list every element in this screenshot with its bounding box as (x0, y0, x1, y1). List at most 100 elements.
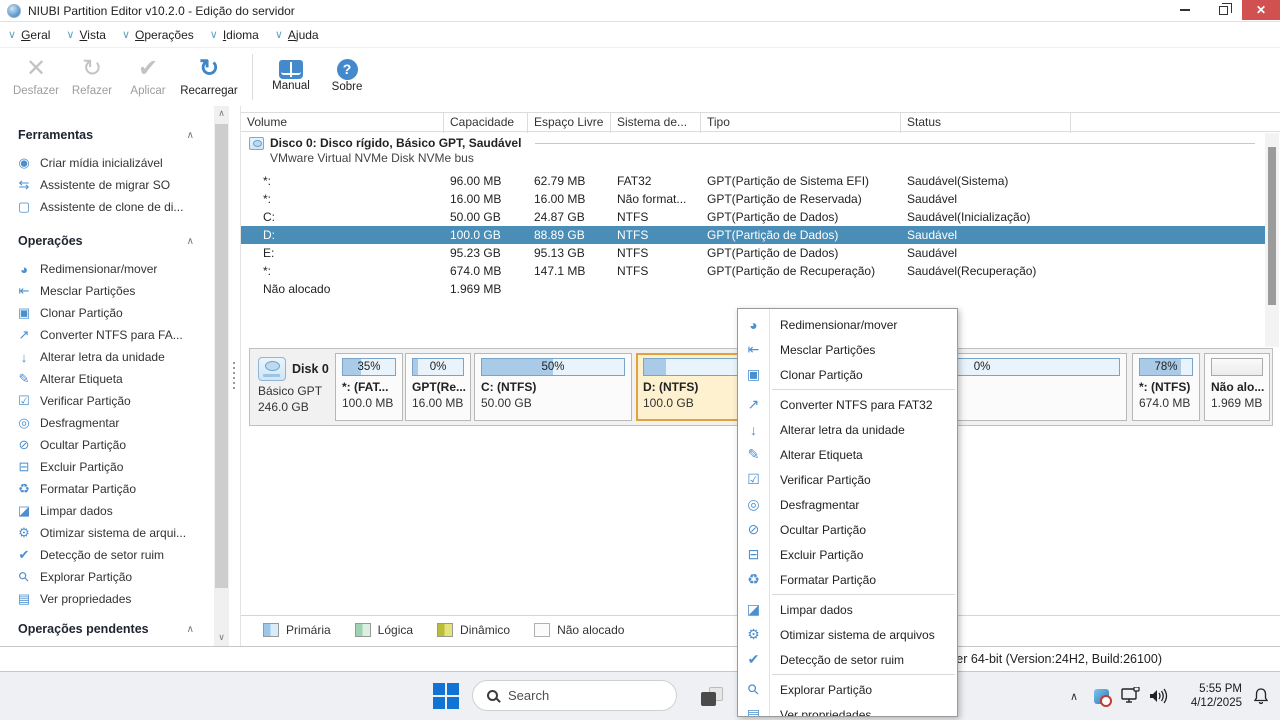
task-view-icon[interactable] (701, 687, 723, 706)
table-row[interactable]: *: 96.00 MB 62.79 MB FAT32 GPT(Partição de S… (241, 172, 1265, 190)
sidebar-item-check[interactable]: ☑ Verificar Partição (0, 390, 214, 412)
menu-item-optimize[interactable]: ⚙ Otimizar sistema de arquivos (738, 622, 957, 647)
menu-geral[interactable]: ∨ Geral (8, 28, 50, 42)
redo-button[interactable]: ↻ Refazer (64, 48, 120, 106)
sidebar-item-delete[interactable]: ⊟ Excluir Partição (0, 456, 214, 478)
about-button[interactable]: ? Sobre (319, 48, 375, 106)
menu-item-drive-letter[interactable]: ↓ Alterar letra da unidade (738, 417, 957, 442)
label-icon: ✎ (747, 446, 760, 462)
hard-disk-icon (258, 357, 286, 381)
manual-button[interactable]: Manual (263, 48, 319, 106)
minimize-button[interactable] (1166, 0, 1204, 20)
menu-item-label[interactable]: ✎ Alterar Etiqueta (738, 442, 957, 467)
table-row[interactable]: C: 50.00 GB 24.87 GB NTFS GPT(Partição de Da… (241, 208, 1265, 226)
sidebar-item-merge[interactable]: ⇤ Mesclar Partições (0, 280, 214, 302)
menu-item-format[interactable]: ♻ Formatar Partição (738, 567, 957, 592)
sidebar-item-wipe[interactable]: ◪ Limpar dados (0, 500, 214, 522)
sidebar-item-optimize[interactable]: ⚙ Otimizar sistema de arqui... (0, 522, 214, 544)
delete-icon: ⊟ (18, 459, 30, 474)
menu-item-wipe[interactable]: ◪ Limpar dados (738, 597, 957, 622)
disk-info-block[interactable]: Disk 0 Básico GPT 246.0 GB (254, 353, 333, 421)
scroll-down-icon[interactable]: ∨ (214, 630, 229, 644)
disk-group-header[interactable]: Disco 0: Disco rígido, Básico GPT, Saudá… (241, 136, 1265, 165)
column-type[interactable]: Tipo (701, 113, 901, 133)
properties-icon: ▤ (746, 706, 761, 717)
tray-chevron-up-icon[interactable]: ∧ (1062, 672, 1086, 720)
partition-block-reserved[interactable]: 0% GPT(Re... 16.00 MB (405, 353, 471, 421)
menu-item-hide[interactable]: ⊘ Ocultar Partição (738, 517, 957, 542)
scroll-up-icon[interactable]: ∧ (214, 106, 229, 120)
table-scrollbar-thumb[interactable] (1268, 147, 1276, 305)
unallocated-swatch (534, 622, 551, 637)
sidebar-section-tools[interactable]: Ferramentas ∧ (0, 126, 214, 144)
table-row[interactable]: Não alocado 1.969 MB (241, 280, 1265, 298)
column-status[interactable]: Status (901, 113, 1071, 133)
search-input[interactable]: Search (472, 680, 677, 711)
sidebar-item-convert[interactable]: ↗ Converter NTFS para FA... (0, 324, 214, 346)
sidebar-item-label[interactable]: ✎ Alterar Etiqueta (0, 368, 214, 390)
apply-button[interactable]: ✔ Aplicar (120, 48, 176, 106)
volume-icon[interactable] (1146, 672, 1172, 720)
table-scrollbar[interactable] (1265, 133, 1279, 347)
clock[interactable]: 5:55 PM 4/12/2025 (1172, 672, 1244, 720)
menu-item-clone-partition[interactable]: ▣ Clonar Partição (738, 362, 957, 387)
partition-context-menu: ◕ Redimensionar/mover ⇤ Mesclar Partições … (737, 308, 958, 717)
table-row-selected[interactable]: D: 100.0 GB 88.89 GB NTFS GPT(Partição de Da… (241, 226, 1265, 244)
sidebar-item-bootable-media[interactable]: ◉ Criar mídia inicializável (0, 152, 214, 174)
menu-item-properties[interactable]: ▤ Ver propriedades (738, 702, 957, 717)
sidebar-item-clone-disk[interactable]: ▢ Assistente de clone de di... (0, 196, 214, 218)
network-icon[interactable] (1118, 672, 1144, 720)
chevron-up-icon: ∧ (186, 623, 194, 635)
undo-button[interactable]: ✕ Desfazer (8, 48, 64, 106)
menu-item-merge[interactable]: ⇤ Mesclar Partições (738, 337, 957, 362)
menu-item-resize-move[interactable]: ◕ Redimensionar/mover (738, 312, 957, 337)
sidebar-item-explore[interactable]: ⚲ Explorar Partição (0, 566, 214, 588)
sidebar-item-defrag[interactable]: ◎ Desfragmentar (0, 412, 214, 434)
table-row[interactable]: E: 95.23 GB 95.13 GB NTFS GPT(Partição de Da… (241, 244, 1265, 262)
partition-block-c[interactable]: 50% C: (NTFS) 50.00 GB (474, 353, 632, 421)
sidebar-item-bad-sector[interactable]: ✔ Detecção de setor ruim (0, 544, 214, 566)
menu-ajuda[interactable]: ∨ Ajuda (275, 28, 319, 42)
sidebar-item-drive-letter[interactable]: ↓ Alterar letra da unidade (0, 346, 214, 368)
sidebar-item-resize-move[interactable]: ◕ Redimensionar/mover (0, 258, 214, 280)
sidebar-item-format[interactable]: ♻ Formatar Partição (0, 478, 214, 500)
partition-block-recovery[interactable]: 78% *: (NTFS) 674.0 MB (1132, 353, 1200, 421)
column-free[interactable]: Espaço Livre (528, 113, 611, 133)
sidebar-item-properties[interactable]: ▤ Ver propriedades (0, 588, 214, 610)
column-filesystem[interactable]: Sistema de... (611, 113, 701, 133)
resize-move-icon: ◕ (749, 316, 758, 333)
vmware-tray-icon[interactable] (1090, 672, 1112, 720)
partition-block-efi[interactable]: 35% *: (FAT... 100.0 MB (335, 353, 403, 421)
start-button[interactable] (433, 683, 459, 709)
menu-item-defrag[interactable]: ◎ Desfragmentar (738, 492, 957, 517)
sidebar-section-pending[interactable]: Operações pendentes ∧ (0, 620, 214, 638)
panel-splitter[interactable] (229, 106, 240, 646)
reload-button[interactable]: ↻ Recarregar (176, 48, 242, 106)
menu-item-delete[interactable]: ⊟ Excluir Partição (738, 542, 957, 567)
sidebar-item-migrate-os[interactable]: ⇆ Assistente de migrar SO (0, 174, 214, 196)
sidebar-item-clone-partition[interactable]: ▣ Clonar Partição (0, 302, 214, 324)
menu-operacoes[interactable]: ∨ Operações (122, 28, 194, 42)
menu-vista[interactable]: ∨ Vista (66, 28, 106, 42)
sidebar-item-hide[interactable]: ⊘ Ocultar Partição (0, 434, 214, 456)
redo-icon: ↻ (81, 55, 103, 82)
column-capacity[interactable]: Capacidade (444, 113, 528, 133)
delete-icon: ⊟ (747, 546, 760, 562)
wipe-icon: ◪ (746, 601, 761, 617)
menu-item-bad-sector[interactable]: ✔ Detecção de setor ruim (738, 647, 957, 672)
table-row[interactable]: *: 674.0 MB 147.1 MB NTFS GPT(Partição de Re… (241, 262, 1265, 280)
menu-idioma[interactable]: ∨ Idioma (210, 28, 259, 42)
restore-button[interactable] (1204, 0, 1242, 20)
table-row[interactable]: *: 16.00 MB 16.00 MB Não format... GPT(Parti… (241, 190, 1265, 208)
menu-item-explore[interactable]: ⚲ Explorar Partição (738, 677, 957, 702)
close-button[interactable]: ✕ (1242, 0, 1280, 20)
menu-item-convert[interactable]: ↗ Converter NTFS para FAT32 (738, 392, 957, 417)
menu-item-check[interactable]: ☑ Verificar Partição (738, 467, 957, 492)
sidebar-scrollbar-thumb[interactable] (215, 124, 228, 588)
sidebar-section-operations[interactable]: Operações ∧ (0, 232, 214, 250)
sidebar-scrollbar[interactable]: ∧ ∨ (214, 106, 229, 646)
column-volume[interactable]: Volume (241, 113, 444, 133)
window-title: NIUBI Partition Editor v10.2.0 - Edição … (28, 3, 295, 18)
partition-block-unallocated[interactable]: Não alo... 1.969 MB (1204, 353, 1270, 421)
notification-bell-icon[interactable] (1246, 672, 1276, 720)
